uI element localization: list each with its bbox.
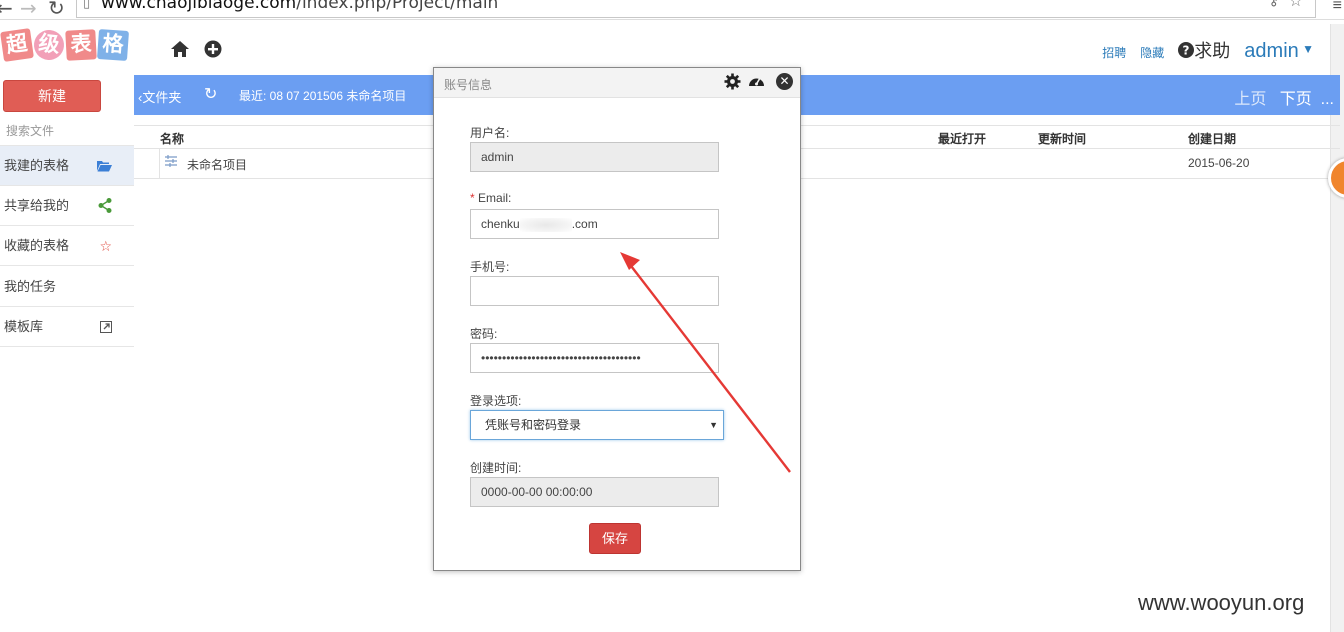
user-name: admin	[1244, 40, 1299, 62]
email-label-text: Email:	[478, 191, 512, 205]
sidebar-item-label: 我建的表格	[4, 158, 70, 173]
next-page-button[interactable]: 下页	[1280, 91, 1312, 108]
pagination: 上页 下页 ...	[1234, 85, 1334, 109]
app-logo[interactable]: 超 级 表 格	[0, 28, 130, 64]
sidebar-item-label: 共享给我的	[4, 198, 70, 213]
sidebar-item-label: 收藏的表格	[4, 238, 70, 253]
star-icon: ☆	[99, 238, 112, 254]
sidebar-item-my-tasks[interactable]: 我的任务	[0, 267, 134, 307]
password-label: 密码:	[470, 327, 498, 341]
annotation-arrow	[620, 252, 791, 473]
external-link-icon	[100, 307, 112, 347]
help-button[interactable]: ? 求助	[1178, 37, 1230, 63]
sidebar-item-templates[interactable]: 模板库	[0, 307, 134, 347]
email-suffix: .com	[571, 217, 598, 231]
save-button[interactable]: 保存	[589, 523, 641, 554]
forward-arrow-icon[interactable]: →	[20, 0, 37, 20]
share-icon	[98, 186, 112, 226]
dialog-title: 账号信息	[444, 78, 493, 92]
logo-char: 格	[96, 28, 130, 62]
new-button[interactable]: 新建	[3, 80, 101, 112]
folder-label: 文件夹	[142, 90, 182, 105]
reload-icon[interactable]: ↻	[48, 0, 65, 20]
column-header-created[interactable]: 创建日期	[1188, 130, 1236, 147]
user-menu[interactable]: admin ▼	[1244, 40, 1314, 63]
created-time-field: 0000-00-00 00:00:00	[470, 477, 719, 507]
dashboard-icon[interactable]	[748, 73, 765, 94]
redacted-blur	[519, 217, 572, 232]
browser-menu-icon[interactable]: ≡	[1333, 0, 1342, 15]
login-option-value: 凭账号和密码登录	[485, 418, 582, 432]
bookmark-star-icon[interactable]: ☆	[1289, 0, 1303, 11]
sidebar-item-label: 我的任务	[4, 279, 57, 294]
sidebar-item-shared-with-me[interactable]: 共享给我的	[0, 186, 134, 226]
email-label: * Email:	[470, 191, 511, 205]
created-time-label: 创建时间:	[470, 461, 522, 475]
prev-page-button[interactable]: 上页	[1234, 91, 1266, 108]
close-icon[interactable]: ✕	[776, 73, 793, 90]
svg-text:?: ?	[1183, 44, 1190, 58]
key-icon[interactable]: ⚷	[1269, 0, 1279, 9]
caret-down-icon: ▼	[1298, 42, 1314, 56]
created-date: 2015-06-20	[1188, 156, 1250, 170]
url-text[interactable]: www.chaojibiaoge.com/index.php/Project/m…	[101, 0, 498, 13]
search-input[interactable]: 搜索文件	[6, 122, 54, 139]
help-label: 求助	[1194, 41, 1231, 61]
browser-toolbar: ← → ↻ ▯ www.chaojibiaoge.com/index.php/P…	[0, 0, 1344, 20]
recent-list[interactable]: 最近: 08 07 201506 未命名项目	[239, 87, 406, 104]
page-icon: ▯	[83, 0, 91, 10]
spreadsheet-icon	[165, 155, 177, 170]
gear-icon[interactable]	[724, 73, 741, 94]
more-button[interactable]: ...	[1321, 91, 1334, 108]
folder-back-button[interactable]: ‹文件夹	[138, 87, 181, 106]
login-option-label: 登录选项:	[470, 394, 522, 408]
page-scrollbar[interactable]	[1330, 24, 1344, 632]
recruit-link[interactable]: 招聘	[1102, 44, 1126, 61]
column-header-name[interactable]: 名称	[160, 130, 184, 147]
url-path: /index.php/Project/main	[296, 0, 499, 13]
username-label: 用户名:	[470, 126, 510, 140]
logo-char: 超	[0, 28, 34, 62]
phone-label: 手机号:	[470, 260, 510, 274]
sidebar-item-my-tables[interactable]: 我建的表格	[0, 146, 134, 186]
url-domain: www.chaojibiaoge.com	[101, 0, 297, 13]
address-bar[interactable]: ▯ www.chaojibiaoge.com/index.php/Project…	[76, 0, 1316, 18]
dialog-header: 账号信息 ✕	[434, 68, 800, 98]
back-arrow-icon[interactable]: ←	[0, 0, 13, 20]
hide-link[interactable]: 隐藏	[1140, 44, 1164, 61]
column-header-last-opened[interactable]: 最近打开	[938, 130, 986, 147]
add-circle-icon[interactable]	[204, 40, 222, 64]
sidebar-item-label: 模板库	[4, 319, 44, 334]
watermark: www.wooyun.org	[1138, 590, 1305, 615]
logo-char: 级	[32, 28, 66, 62]
column-header-updated[interactable]: 更新时间	[1038, 130, 1086, 147]
refresh-icon[interactable]: ↻	[204, 84, 217, 104]
required-mark: *	[470, 191, 475, 205]
sidebar-item-favorites[interactable]: 收藏的表格 ☆	[0, 226, 134, 266]
help-icon: ?	[1178, 42, 1195, 58]
header-right: 招聘 隐藏 ? 求助 admin ▼	[1102, 37, 1314, 63]
username-field: admin	[470, 142, 719, 172]
logo-char: 表	[65, 29, 97, 61]
home-icon[interactable]	[170, 40, 190, 64]
email-prefix: chenku	[481, 217, 520, 231]
folder-open-icon	[97, 146, 112, 186]
file-name[interactable]: 未命名项目	[187, 156, 247, 173]
